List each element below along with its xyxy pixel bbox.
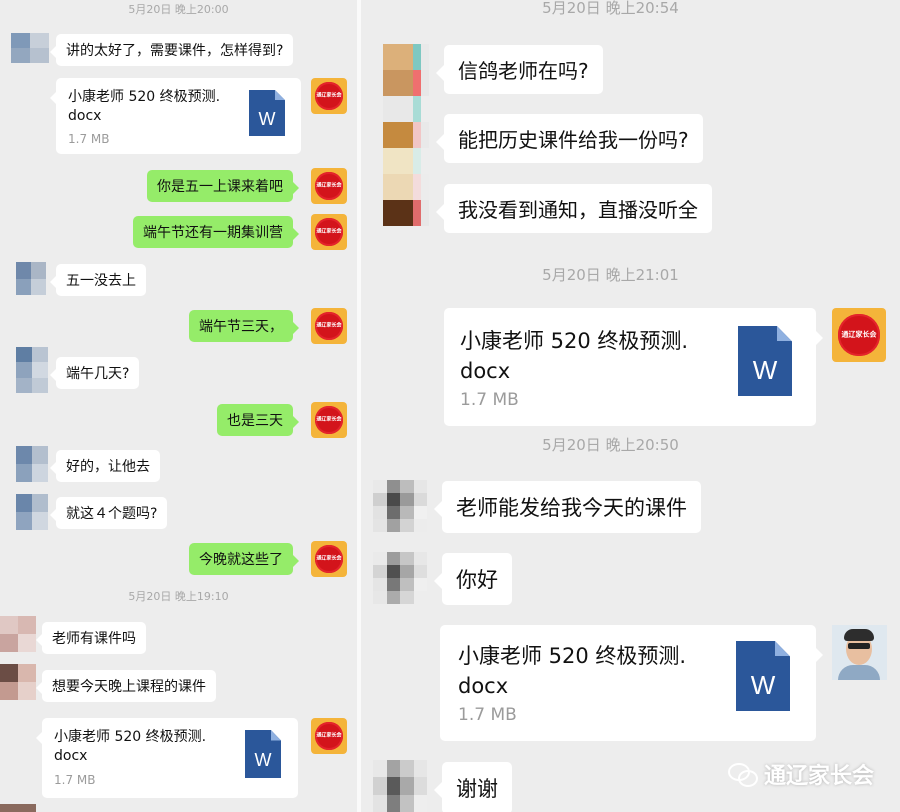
message-bubble[interactable]: 谢谢 — [434, 762, 512, 812]
word-document-icon: W — [249, 90, 285, 136]
file-name: 小康老师 520 终极预测. docx — [68, 89, 221, 124]
timestamp: 5月20日 晚上20:00 — [128, 3, 229, 16]
message-bubble[interactable]: 端午节还有一期集训营 — [133, 216, 299, 248]
contact-avatar[interactable] — [0, 804, 36, 812]
timestamp: 5月20日 晚上21:01 — [542, 266, 679, 284]
message-bubble[interactable]: 我没看到通知，直播没听全 — [436, 184, 712, 233]
sender-seal-avatar[interactable]: 通辽家长会 — [311, 718, 347, 754]
file-message[interactable]: 小康老师 520 终极预测. docx 1.7 MB W — [444, 308, 823, 426]
word-document-icon: W — [736, 641, 790, 711]
timestamp: 5月20日 晚上20:54 — [542, 0, 679, 17]
contact-avatar[interactable] — [0, 616, 36, 652]
file-name: 小康老师 520 终极预测. docx — [458, 644, 687, 698]
sender-seal-avatar[interactable]: 通辽家长会 — [832, 308, 886, 362]
sender-seal-avatar[interactable]: 通辽家长会 — [311, 541, 347, 577]
contact-avatar[interactable] — [16, 262, 46, 295]
contact-avatar[interactable] — [383, 44, 429, 236]
file-size: 1.7 MB — [460, 390, 519, 410]
message-bubble[interactable]: 今晚就这些了 — [189, 543, 299, 575]
file-size: 1.7 MB — [54, 773, 96, 787]
message-bubble[interactable]: 好的，让他去 — [50, 450, 160, 482]
message-bubble[interactable]: 老师有课件吗 — [36, 622, 146, 654]
file-message[interactable]: 小康老师 520 终极预测. docx 1.7 MB W — [36, 718, 298, 798]
timestamp: 5月20日 晚上19:10 — [128, 590, 229, 603]
word-document-icon: W — [738, 326, 792, 396]
sender-seal-avatar[interactable]: 通辽家长会 — [311, 308, 347, 344]
right-chat-panel: 5月20日 晚上20:54 信鸽老师在吗? 能把历史课件给我一份吗? 我没看到通… — [361, 0, 900, 812]
sender-seal-avatar[interactable]: 通辽家长会 — [311, 402, 347, 438]
message-bubble[interactable]: 就这４个题吗? — [49, 497, 168, 529]
message-bubble[interactable]: 能把历史课件给我一份吗? — [436, 114, 703, 163]
message-bubble[interactable]: 你好 — [434, 553, 512, 605]
message-bubble[interactable]: 信鸽老师在吗? — [436, 45, 603, 94]
sender-seal-avatar[interactable]: 通辽家长会 — [311, 168, 347, 204]
message-bubble[interactable]: 五一没去上 — [50, 264, 146, 296]
contact-avatar[interactable] — [16, 347, 48, 393]
file-message[interactable]: 小康老师 520 终极预测. docx 1.7 MB W — [50, 78, 301, 154]
file-size: 1.7 MB — [458, 705, 517, 725]
contact-avatar[interactable] — [373, 552, 427, 604]
sender-photo-avatar[interactable] — [832, 625, 887, 680]
contact-avatar[interactable] — [16, 446, 48, 482]
left-chat-panel: 5月20日 晚上20:00 讲的太好了，需要课件，怎样得到? 小康老师 520 … — [0, 0, 357, 812]
contact-avatar[interactable] — [11, 33, 49, 63]
file-name: 小康老师 520 终极预测. docx — [460, 329, 689, 383]
word-document-icon: W — [245, 730, 281, 778]
message-bubble[interactable]: 老师能发给我今天的课件 — [434, 481, 701, 533]
contact-avatar[interactable] — [16, 494, 48, 530]
contact-avatar[interactable] — [373, 760, 427, 812]
message-bubble[interactable]: 想要今天晚上课程的课件 — [36, 670, 216, 702]
message-bubble[interactable]: 端午节三天， — [189, 310, 299, 342]
wechat-logo-icon — [727, 761, 758, 787]
watermark-text: 通辽家长会 — [763, 764, 874, 789]
sender-seal-avatar[interactable]: 通辽家长会 — [311, 78, 347, 114]
file-message[interactable]: 小康老师 520 终极预测. docx 1.7 MB W — [440, 625, 823, 741]
sender-seal-avatar[interactable]: 通辽家长会 — [311, 214, 347, 250]
message-bubble[interactable]: 端午几天? — [49, 357, 140, 389]
file-size: 1.7 MB — [68, 132, 110, 146]
timestamp: 5月20日 晚上20:50 — [542, 436, 679, 454]
account-watermark: 通辽家长会 — [727, 758, 874, 790]
contact-avatar[interactable] — [373, 480, 427, 532]
message-bubble[interactable]: 讲的太好了，需要课件，怎样得到? — [49, 34, 294, 66]
message-bubble[interactable]: 也是三天 — [217, 404, 299, 436]
message-bubble[interactable]: 你是五一上课来着吧 — [147, 170, 299, 202]
contact-avatar[interactable] — [0, 664, 36, 700]
file-name: 小康老师 520 终极预测. docx — [54, 729, 207, 764]
